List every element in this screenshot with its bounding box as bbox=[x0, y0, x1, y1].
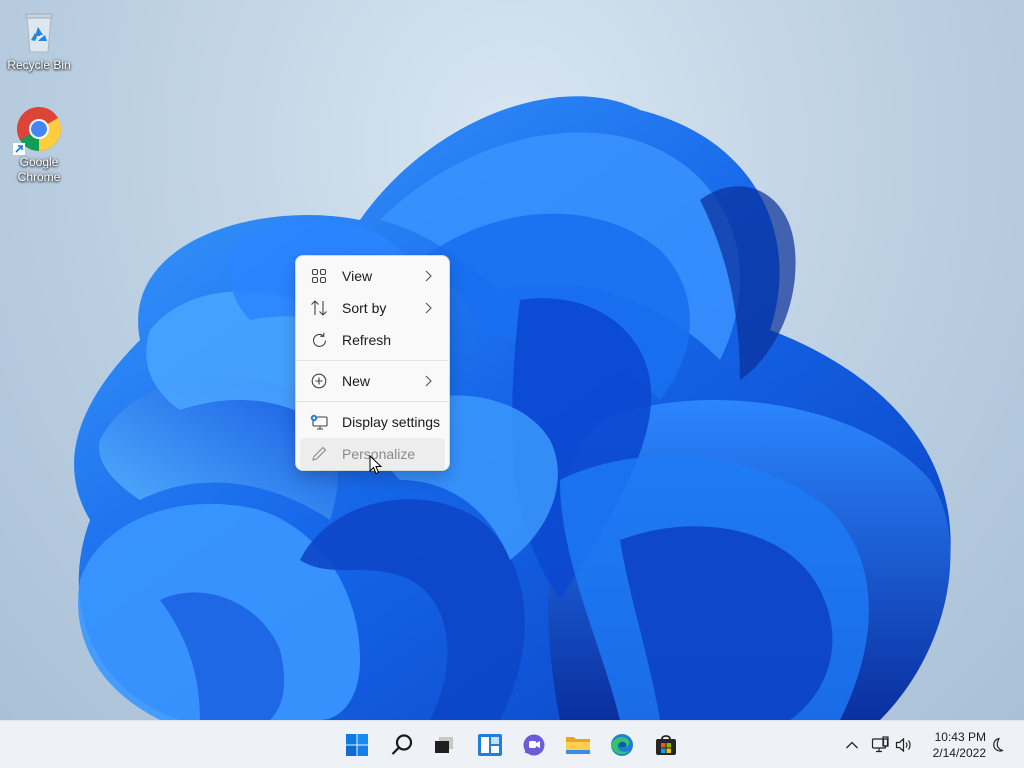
start-button[interactable] bbox=[341, 729, 373, 761]
show-hidden-icons-button[interactable] bbox=[842, 735, 862, 755]
menu-item-view[interactable]: View bbox=[300, 260, 445, 292]
sort-icon bbox=[310, 299, 328, 317]
recycle-bin-icon bbox=[15, 8, 63, 56]
widgets-button[interactable] bbox=[474, 729, 506, 761]
wallpaper-bloom bbox=[74, 96, 951, 720]
menu-separator bbox=[296, 401, 449, 402]
chat-button[interactable] bbox=[518, 729, 550, 761]
moon-icon bbox=[993, 737, 1004, 752]
store-icon bbox=[656, 735, 676, 755]
chevron-up-icon bbox=[846, 741, 858, 749]
focus-assist-button[interactable] bbox=[988, 735, 1008, 755]
menu-item-sort-by[interactable]: Sort by bbox=[300, 292, 445, 324]
store-button[interactable] bbox=[650, 729, 682, 761]
widgets-icon bbox=[478, 734, 502, 756]
chevron-right-icon bbox=[425, 270, 432, 282]
clock-time: 10:43 PM bbox=[934, 730, 986, 744]
menu-item-view-label: View bbox=[342, 268, 373, 284]
pen-icon bbox=[310, 445, 328, 463]
clock[interactable]: 10:43 PM 2/14/2022 bbox=[924, 729, 986, 761]
desktop-context-menu: View Sort by Refresh New Display setting… bbox=[295, 255, 450, 471]
chrome-icon bbox=[13, 105, 63, 155]
edge-icon bbox=[611, 734, 633, 756]
plus-circle-icon bbox=[310, 372, 328, 390]
menu-item-new-label: New bbox=[342, 373, 371, 389]
display-icon bbox=[310, 413, 328, 431]
file-explorer-button[interactable] bbox=[562, 729, 594, 761]
chrome-label-line1: Google bbox=[19, 155, 59, 169]
refresh-icon bbox=[310, 331, 328, 349]
volume-button[interactable] bbox=[894, 735, 914, 755]
chat-icon bbox=[523, 734, 545, 756]
task-view-button[interactable] bbox=[428, 729, 460, 761]
menu-item-sort-by-label: Sort by bbox=[342, 300, 387, 316]
menu-item-display-settings[interactable]: Display settings bbox=[300, 406, 445, 438]
network-icon bbox=[871, 736, 889, 753]
search-button[interactable] bbox=[386, 729, 418, 761]
recycle-bin-label: Recycle Bin bbox=[7, 58, 71, 72]
recycle-bin-shortcut[interactable]: Recycle Bin bbox=[1, 8, 77, 73]
chrome-label-line2: Chrome bbox=[17, 170, 61, 184]
file-explorer-icon bbox=[566, 737, 590, 754]
search-icon bbox=[391, 734, 413, 755]
shortcut-arrow-icon bbox=[13, 143, 25, 155]
chevron-right-icon bbox=[425, 375, 432, 387]
clock-date: 2/14/2022 bbox=[932, 746, 986, 760]
menu-item-refresh[interactable]: Refresh bbox=[300, 324, 445, 356]
start-icon bbox=[346, 734, 368, 756]
mouse-pointer-icon bbox=[369, 455, 383, 475]
task-view-icon bbox=[435, 737, 453, 753]
taskbar: 10:43 PM 2/14/2022 bbox=[0, 720, 1024, 768]
menu-item-new[interactable]: New bbox=[300, 365, 445, 397]
google-chrome-shortcut[interactable]: Google Chrome bbox=[1, 105, 77, 185]
menu-item-refresh-label: Refresh bbox=[342, 332, 392, 348]
desktop[interactable]: Recycle Bin Google Chrome View Sort by R… bbox=[0, 0, 1024, 720]
network-button[interactable] bbox=[870, 735, 890, 755]
edge-button[interactable] bbox=[606, 729, 638, 761]
grid-icon bbox=[310, 267, 328, 285]
volume-icon bbox=[895, 737, 911, 753]
menu-separator bbox=[296, 360, 449, 361]
chevron-right-icon bbox=[425, 302, 432, 314]
menu-item-display-settings-label: Display settings bbox=[342, 414, 441, 430]
